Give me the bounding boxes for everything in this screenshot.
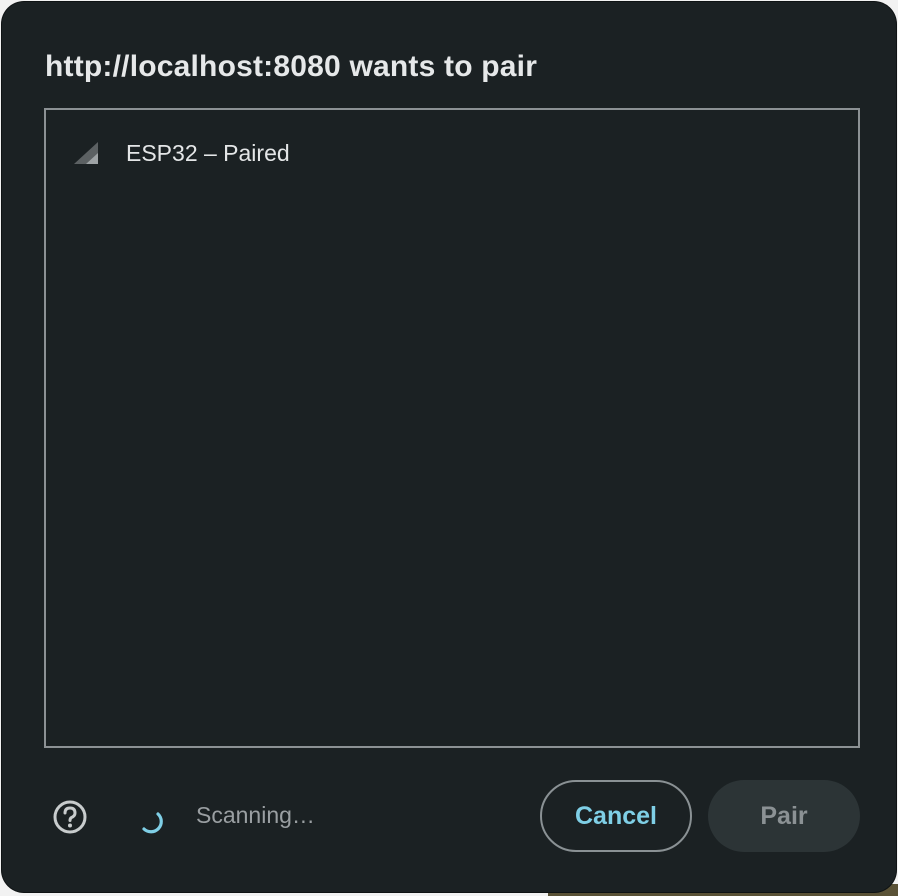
device-label: ESP32 – Paired — [126, 140, 290, 166]
device-list[interactable]: ESP32 – Paired — [44, 108, 860, 748]
loading-spinner-icon — [142, 812, 163, 834]
bluetooth-pair-dialog: http://localhost:8080 wants to pair ESP3… — [2, 2, 896, 892]
pair-button[interactable]: Pair — [708, 780, 860, 852]
dialog-footer: Scanning… Cancel Pair — [2, 778, 896, 854]
cancel-button[interactable]: Cancel — [540, 780, 692, 852]
signal-strength-icon — [74, 142, 98, 164]
dialog-title: http://localhost:8080 wants to pair — [45, 50, 538, 83]
device-row-esp32[interactable]: ESP32 – Paired — [46, 132, 858, 176]
help-circle-icon[interactable] — [52, 799, 88, 835]
scanning-status: Scanning… — [196, 802, 315, 828]
